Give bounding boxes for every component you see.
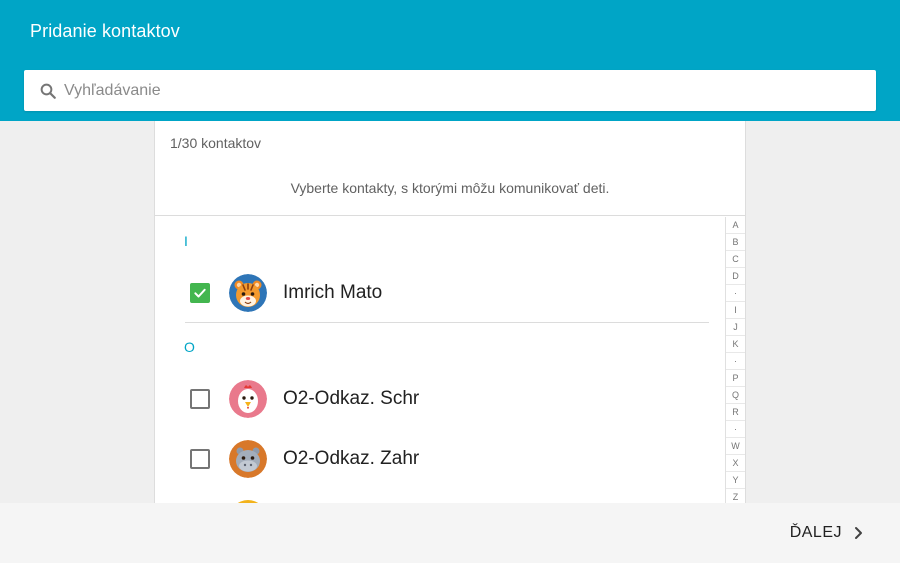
chevron-right-icon	[854, 526, 864, 540]
instruction-text: Vyberte kontakty, s ktorými môžu komunik…	[290, 180, 610, 196]
contact-name: O2-Odkaz. Schr	[283, 388, 420, 409]
alphabet-index-letter[interactable]: ·	[726, 353, 745, 370]
alphabet-index-letter[interactable]: B	[726, 234, 745, 251]
alphabet-index-letter[interactable]: J	[726, 319, 745, 336]
checkmark-icon	[194, 288, 206, 298]
next-button[interactable]: ĎALEJ	[790, 520, 864, 546]
search-bar[interactable]	[24, 70, 876, 111]
alphabet-index-letter[interactable]: D	[726, 268, 745, 285]
tiger-avatar-icon	[229, 274, 267, 312]
hippo-avatar-icon	[229, 440, 267, 478]
alphabet-index-letter[interactable]: Z	[726, 489, 745, 503]
contact-row[interactable]: Imrich Mato	[185, 268, 715, 318]
contact-row[interactable]: O2-Odkaz. Zahr	[185, 434, 715, 484]
alphabet-index-letter[interactable]: Q	[726, 387, 745, 404]
alphabet-index-letter[interactable]: Y	[726, 472, 745, 489]
alphabet-index-letter[interactable]: R	[726, 404, 745, 421]
page-title: Pridanie kontaktov	[30, 21, 180, 41]
contact-row-partial[interactable]	[185, 494, 715, 503]
next-button-label: ĎALEJ	[789, 524, 842, 541]
alphabet-index-letter[interactable]: W	[726, 438, 745, 455]
alphabet-index-letter[interactable]: ·	[726, 285, 745, 302]
section-header-o: O	[184, 339, 195, 355]
alphabet-index-letter[interactable]: P	[726, 370, 745, 387]
contact-name: Imrich Mato	[283, 282, 383, 303]
alphabet-index[interactable]: A B C D · I J K · P Q R · W X Y Z	[725, 217, 745, 503]
bottom-bar: ĎALEJ	[0, 503, 900, 563]
contact-count: 1/30 kontaktov	[170, 135, 262, 151]
contact-list-card: 1/30 kontaktov Vyberte kontakty, s ktorý…	[154, 121, 746, 503]
alphabet-index-letter[interactable]: A	[726, 217, 745, 234]
contact-name: O2-Odkaz. Zahr	[283, 448, 420, 469]
section-header-i: I	[184, 233, 188, 249]
alphabet-index-letter[interactable]: K	[726, 336, 745, 353]
alphabet-index-letter[interactable]: I	[726, 302, 745, 319]
contact-checkbox[interactable]	[190, 389, 210, 409]
contact-checkbox[interactable]	[190, 449, 210, 469]
contact-row[interactable]: O2-Odkaz. Schr	[185, 374, 715, 424]
app-bar: Pridanie kontaktov	[0, 0, 900, 121]
contact-checkbox-checked[interactable]	[190, 283, 210, 303]
alphabet-index-letter[interactable]: ·	[726, 421, 745, 438]
alphabet-index-letter[interactable]: X	[726, 455, 745, 472]
search-icon	[38, 81, 58, 101]
alphabet-index-letter[interactable]: C	[726, 251, 745, 268]
divider	[155, 215, 745, 216]
divider	[185, 322, 709, 323]
search-input[interactable]	[64, 71, 844, 110]
chicken-avatar-icon	[229, 380, 267, 418]
